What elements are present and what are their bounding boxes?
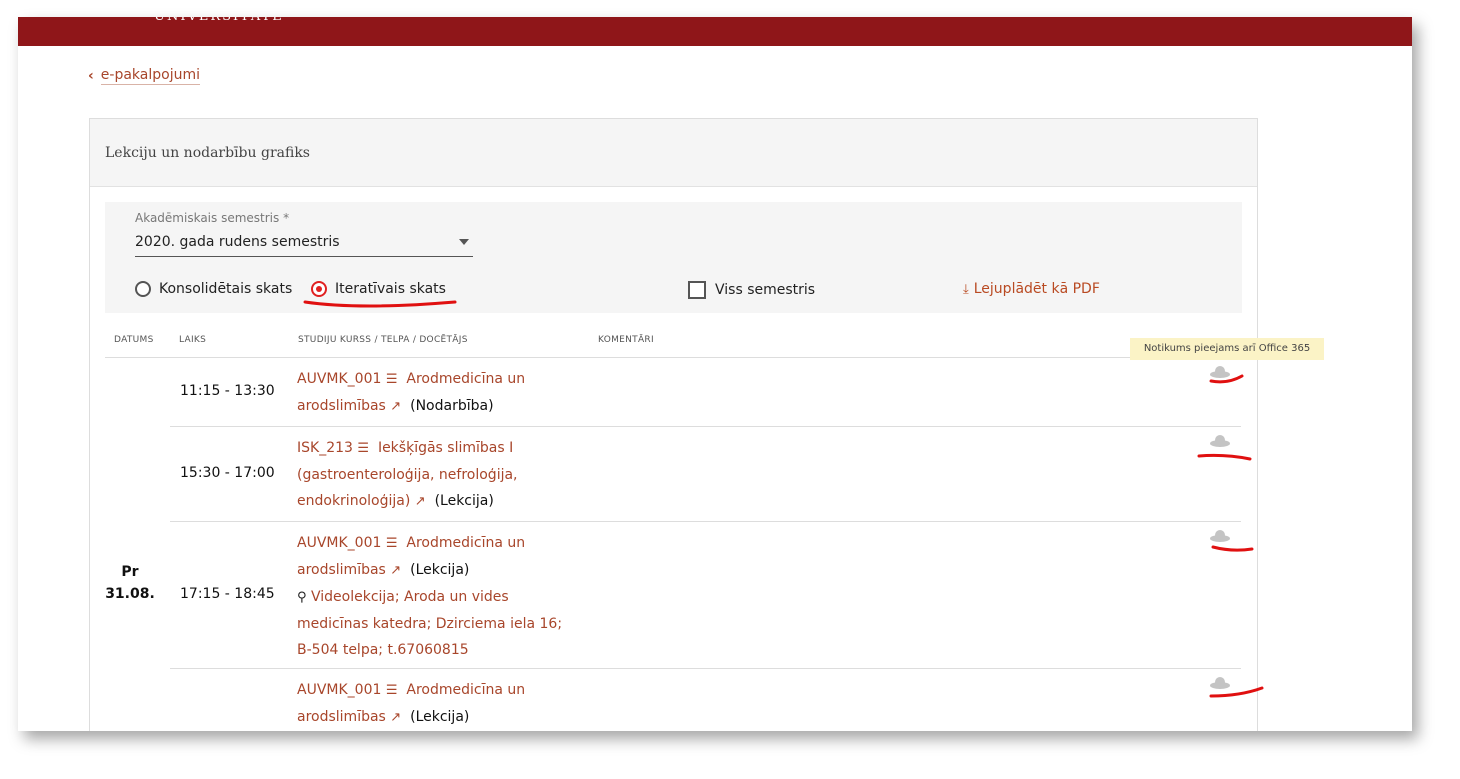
annotation-marks	[303, 300, 1264, 698]
annotation-underline-iterative	[303, 300, 457, 308]
annotation-mark-3	[1211, 545, 1254, 552]
annotation-mark-4	[1209, 686, 1264, 698]
annotation-mark-2	[1197, 453, 1252, 461]
annotation-mark-1	[1209, 374, 1244, 384]
